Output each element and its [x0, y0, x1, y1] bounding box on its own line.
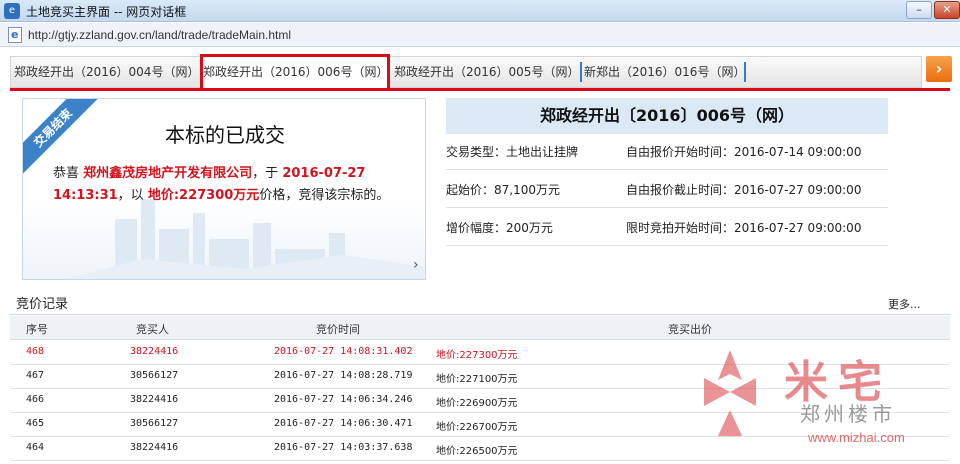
address-url[interactable]: http://gtjy.zzland.gov.cn/land/trade/tra…: [28, 28, 291, 42]
bid-price: 地价:226700万元: [436, 422, 518, 433]
with-text: ，以: [117, 188, 144, 203]
tab-005[interactable]: 郑政经开出（2016）005号（网）: [394, 56, 579, 88]
bid-no: 464: [26, 442, 45, 453]
chevron-right-icon[interactable]: ›: [413, 257, 419, 273]
column-header: 竞买人: [136, 323, 169, 336]
trade-type: 交易类型：土地出让挂牌: [446, 145, 579, 159]
column-header: 序号: [26, 323, 48, 336]
deal-date: 2016-07-27: [282, 166, 366, 181]
watermark-city: 郑州楼市: [800, 402, 896, 426]
bid-no: 466: [26, 394, 45, 405]
result-panel: 交易结束 本标的已成交 恭喜 郑州鑫茂房地产开发有限公司，于 2016-07-2…: [22, 98, 426, 280]
tab-006[interactable]: 郑政经开出（2016）006号（网）: [200, 54, 390, 90]
bidder-id: 38224416: [130, 394, 179, 405]
column-header: 竞买出价: [668, 323, 712, 336]
start-price: 起始价：87,100万元: [446, 183, 560, 197]
tab-separator: [580, 62, 582, 82]
bid-no: 465: [26, 418, 45, 429]
auction-start-time: 限时竞拍开始时间：2016-07-27 09:00:00: [626, 221, 862, 235]
bid-price: 地价:226500万元: [436, 446, 518, 457]
increment: 增价幅度：200万元: [446, 221, 553, 235]
bid-time: 2016-07-27 14:06:34.246: [274, 394, 413, 405]
at-text: ，于: [252, 166, 279, 181]
info-row: 增价幅度：200万元 限时竞拍开始时间：2016-07-27 09:00:00: [446, 210, 888, 246]
more-link[interactable]: 更多...: [888, 296, 921, 312]
page-icon: [8, 27, 22, 43]
tail-text: 价格，竞得该宗标的。: [259, 188, 390, 203]
bidder-id: 30566127: [130, 418, 179, 429]
tab-016[interactable]: 新郑出（2016）016号（网）: [584, 56, 745, 88]
bid-time: 2016-07-27 14:08:28.719: [274, 370, 413, 381]
result-message: 恭喜 郑州鑫茂房地产开发有限公司，于 2016-07-27 14:13:31，以…: [53, 163, 413, 207]
tab-strip: 郑政经开出（2016）004号（网） 郑政经开出（2016）006号（网） 郑政…: [0, 52, 960, 90]
records-title: 竞价记录: [16, 297, 69, 312]
bid-no: 468: [26, 346, 45, 357]
bid-time: 2016-07-27 14:03:37.638: [274, 442, 413, 453]
chevron-right-icon[interactable]: ›: [926, 56, 952, 82]
table-header: 序号 竞买人 竞价时间 竞买出价: [10, 316, 950, 340]
mizhai-logo-icon: [704, 350, 756, 436]
ie-icon: e: [4, 3, 20, 19]
close-button[interactable]: ✕: [934, 1, 960, 19]
bidder-id: 38224416: [130, 442, 179, 453]
bid-price: 地价:227300万元: [436, 350, 518, 361]
winner-company: 郑州鑫茂房地产开发有限公司: [83, 166, 253, 181]
window-title: 土地竞买主界面 -- 网页对话框: [26, 5, 187, 19]
congrats-text: 恭喜: [53, 166, 80, 181]
divider: [10, 314, 950, 315]
tab-004[interactable]: 郑政经开出（2016）004号（网）: [14, 56, 199, 88]
result-title: 本标的已成交: [165, 123, 285, 147]
bid-end-time: 自由报价截止时间：2016-07-27 09:00:00: [626, 183, 862, 197]
watermark: 米宅 郑州楼市 www.mizhai.com: [690, 340, 952, 462]
deal-time: 14:13:31: [53, 188, 118, 203]
info-row: 起始价：87,100万元 自由报价截止时间：2016-07-27 09:00:0…: [446, 172, 888, 208]
tab-underline: [10, 88, 950, 91]
deal-price: 地价:227300万元: [147, 188, 260, 203]
window-titlebar: e 土地竞买主界面 -- 网页对话框 – ✕: [0, 0, 960, 22]
address-bar: http://gtjy.zzland.gov.cn/land/trade/tra…: [0, 23, 960, 47]
watermark-url: www.mizhai.com: [808, 430, 905, 445]
bidder-id: 30566127: [130, 370, 179, 381]
bid-price: 地价:227100万元: [436, 374, 518, 385]
bid-start-time: 自由报价开始时间：2016-07-14 09:00:00: [626, 145, 862, 159]
lot-title: 郑政经开出〔2016〕006号（网）: [446, 98, 888, 134]
bid-time: 2016-07-27 14:06:30.471: [274, 418, 413, 429]
column-header: 竞价时间: [316, 323, 360, 336]
bid-time: 2016-07-27 14:08:31.402: [274, 346, 413, 357]
tab-separator: [744, 62, 746, 82]
info-row: 交易类型：土地出让挂牌 自由报价开始时间：2016-07-14 09:00:00: [446, 134, 888, 170]
bidder-id: 38224416: [130, 346, 179, 357]
minimize-button[interactable]: –: [906, 1, 932, 19]
bid-no: 467: [26, 370, 45, 381]
bid-price: 地价:226900万元: [436, 398, 518, 409]
